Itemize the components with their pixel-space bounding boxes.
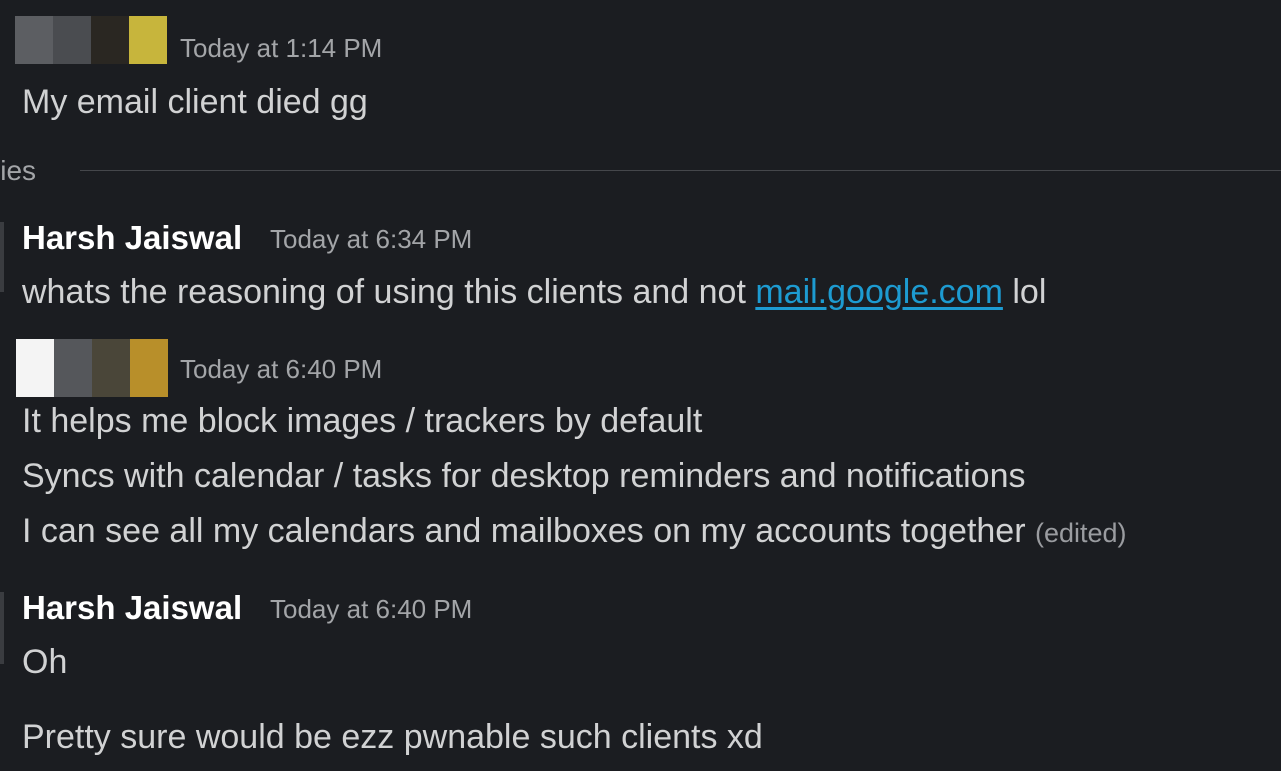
redacted-author-name bbox=[16, 339, 168, 397]
message-line: Syncs with calendar / tasks for desktop … bbox=[22, 457, 1026, 495]
message-line: It helps me block images / trackers by d… bbox=[22, 402, 703, 440]
message-timestamp[interactable]: Today at 6:40 PM bbox=[270, 596, 472, 622]
author-name[interactable]: Harsh Jaiswal bbox=[22, 221, 242, 254]
message-timestamp[interactable]: Today at 1:14 PM bbox=[180, 35, 382, 61]
redacted-author-name bbox=[15, 16, 167, 64]
message-text: My email client died gg bbox=[22, 83, 368, 121]
avatar[interactable] bbox=[0, 222, 4, 292]
message-timestamp[interactable]: Today at 6:40 PM bbox=[180, 356, 382, 382]
message-line-text: I can see all my calendars and mailboxes… bbox=[22, 512, 1026, 550]
message-text: whats the reasoning of using this client… bbox=[22, 275, 1046, 309]
message-line: I can see all my calendars and mailboxes… bbox=[22, 514, 1127, 548]
message-line: Pretty sure would be ezz pwnable such cl… bbox=[22, 718, 763, 756]
edited-label: (edited) bbox=[1034, 518, 1127, 548]
replies-divider bbox=[80, 170, 1281, 171]
message-timestamp[interactable]: Today at 6:34 PM bbox=[270, 226, 472, 252]
message-line: Oh bbox=[22, 643, 68, 681]
message-text-part: lol bbox=[1002, 273, 1047, 311]
avatar[interactable] bbox=[0, 592, 4, 664]
replies-label: lies bbox=[0, 155, 37, 186]
message-text-part: whats the reasoning of using this client… bbox=[22, 273, 756, 311]
mail-google-link[interactable]: mail.google.com bbox=[755, 273, 1003, 311]
author-name[interactable]: Harsh Jaiswal bbox=[22, 591, 242, 624]
